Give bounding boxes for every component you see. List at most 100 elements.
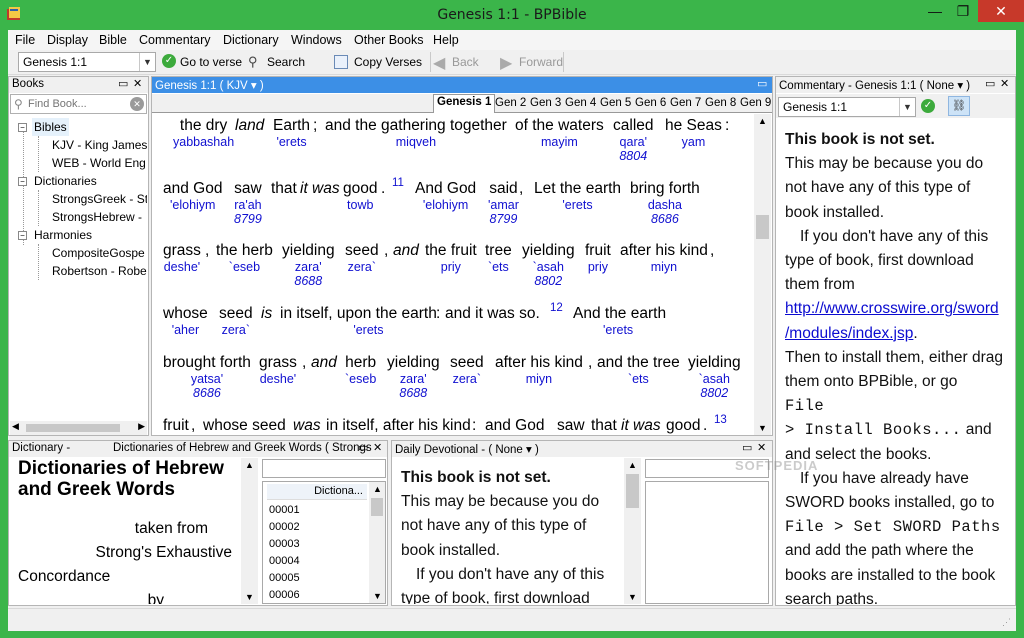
title-bar[interactable]: Genesis 1:1 - BPBible — ❐ ✕ (0, 0, 1024, 30)
word[interactable]: yielding zara' 8688 (282, 242, 335, 288)
word[interactable]: yielding `asah 8802 (688, 354, 741, 400)
word[interactable]: saw ra'ah 8799 (234, 180, 262, 226)
commentary-pane-header[interactable]: Commentary - Genesis 1:1 ( None ▾ ) (776, 77, 1015, 93)
dictionary-pane-header[interactable]: Dictionary - Dictionaries of Hebrew and … (9, 441, 387, 457)
find-book-input[interactable] (28, 96, 128, 112)
scroll-up-icon[interactable]: ▲ (628, 460, 637, 470)
scroll-thumb[interactable] (371, 498, 383, 516)
menu-file[interactable]: File (15, 33, 35, 47)
strongs-translit[interactable]: qara' (613, 135, 654, 149)
scroll-thumb[interactable] (626, 474, 639, 508)
word[interactable]: And the earth'erets (573, 305, 666, 337)
pane-restore-icon[interactable]: ▭ (985, 77, 995, 90)
verse-number[interactable]: 13 (714, 414, 727, 426)
back-arrow-icon[interactable]: ◀ (433, 53, 445, 73)
word[interactable]: brought forth yatsa' 8686 (163, 354, 251, 400)
list-column-header[interactable]: Dictiona... (267, 484, 367, 500)
maximize-button[interactable]: ❐ (948, 0, 978, 22)
strongs-morph[interactable]: 8688 (282, 274, 335, 288)
collapse-icon[interactable]: − (18, 177, 27, 186)
strongs-translit[interactable]: yabbashah (173, 135, 234, 149)
strongs-translit[interactable]: deshe' (259, 372, 297, 386)
back-button[interactable]: Back (452, 55, 479, 69)
strongs-translit[interactable]: zera` (450, 372, 484, 386)
word[interactable]: after his kind miyn (620, 242, 708, 274)
go-check-icon[interactable]: ✓ (921, 99, 935, 113)
scroll-up-icon[interactable]: ▲ (758, 116, 767, 126)
strongs-morph[interactable]: 8799 (488, 212, 519, 226)
strongs-translit[interactable]: zara' (387, 372, 440, 386)
word[interactable]: whose seed (203, 417, 286, 435)
strongs-morph[interactable]: 8799 (234, 212, 262, 226)
dictionary-topic-list[interactable]: Dictiona... 00001 00002 00003 00004 0000… (262, 481, 386, 604)
word[interactable]: after his kind miyn (495, 354, 583, 386)
search-button[interactable]: Search (267, 55, 305, 69)
tree-item-harmonies[interactable]: Harmonies (34, 226, 92, 244)
word[interactable]: Earth'erets (273, 117, 310, 149)
devotional-pane-header[interactable]: Daily Devotional - ( None ▾ ) (392, 441, 772, 457)
strongs-morph[interactable]: 8804 (613, 149, 654, 163)
pane-restore-icon[interactable]: ▭ (742, 441, 752, 454)
word[interactable]: and the tree `ets (597, 354, 680, 386)
list-item[interactable]: 00005 (269, 570, 300, 587)
word[interactable]: seed zera` (219, 305, 253, 337)
minimize-button[interactable]: — (920, 0, 950, 22)
strongs-translit[interactable]: `asah (522, 260, 575, 274)
word[interactable]: in itself, after his kind (326, 417, 471, 435)
list-item[interactable]: 00003 (269, 536, 300, 553)
tab-gen-8[interactable]: Gen 8 (702, 96, 739, 113)
bible-text-area[interactable]: the dry yabbashah land Earth'erets ; and … (153, 114, 753, 435)
strongs-translit[interactable]: `eseb (345, 372, 376, 386)
strongs-translit[interactable]: zera` (219, 323, 253, 337)
copy-icon[interactable] (334, 55, 348, 69)
word[interactable]: land (235, 117, 264, 135)
scroll-down-icon[interactable]: ▼ (245, 592, 254, 602)
list-scrollbar[interactable]: ▲ ▼ (369, 482, 385, 603)
find-book-field[interactable]: ⚲ ✕ (10, 94, 147, 114)
word[interactable]: Let the earth'erets (534, 180, 621, 212)
strongs-morph[interactable]: 8802 (522, 274, 575, 288)
scroll-down-icon[interactable]: ▼ (758, 423, 767, 433)
tab-genesis-1[interactable]: Genesis 1 (433, 94, 496, 113)
strongs-translit[interactable]: ra'ah (234, 198, 262, 212)
dictionary-scrollbar[interactable]: ▲ ▼ (241, 458, 258, 604)
scroll-up-icon[interactable]: ▲ (245, 460, 254, 470)
word[interactable]: and the gathering together miqveh (325, 117, 507, 149)
tree-item-dictionaries[interactable]: Dictionaries (34, 172, 97, 190)
strongs-translit[interactable]: deshe' (163, 260, 201, 274)
strongs-translit[interactable]: 'elohiym (163, 198, 222, 212)
word[interactable]: he Seas yam (665, 117, 722, 149)
strongs-translit[interactable]: yatsa' (163, 372, 251, 386)
word[interactable]: bring forth dasha 8686 (630, 180, 700, 226)
word[interactable]: the herb `eseb (216, 242, 273, 274)
forward-arrow-icon[interactable]: ▶ (500, 53, 512, 73)
word[interactable]: the dry yabbashah (173, 117, 234, 149)
list-item[interactable]: 00006 (269, 587, 300, 603)
tree-item-robertson[interactable]: Robertson - Robe (52, 262, 147, 280)
word[interactable]: tree `ets (485, 242, 512, 274)
word[interactable]: fruit priy (585, 242, 611, 274)
word[interactable]: and God (485, 417, 544, 435)
pane-restore-icon[interactable]: ▭ (757, 77, 767, 90)
strongs-translit[interactable]: priy (425, 260, 477, 274)
tab-gen-9[interactable]: Gen 9 (737, 96, 774, 113)
strongs-translit[interactable]: `eseb (216, 260, 273, 274)
devotional-list[interactable] (645, 481, 769, 604)
scroll-up-icon[interactable]: ▲ (373, 484, 382, 494)
strongs-translit[interactable]: 'erets (573, 323, 666, 337)
strongs-translit[interactable]: miyn (620, 260, 708, 274)
tree-item-composite[interactable]: CompositeGospe (52, 244, 147, 262)
resize-grip-icon[interactable]: ⋰ (1002, 617, 1012, 627)
menu-bible[interactable]: Bible (99, 33, 127, 47)
clear-search-icon[interactable]: ✕ (130, 97, 144, 111)
word[interactable]: grass deshe' (163, 242, 201, 274)
word[interactable]: of the waters mayim (515, 117, 604, 149)
pane-close-icon[interactable]: ✕ (1000, 77, 1009, 90)
collapse-icon[interactable]: − (18, 231, 27, 240)
strongs-translit[interactable]: `ets (485, 260, 512, 274)
menu-commentary[interactable]: Commentary (139, 33, 211, 47)
go-to-verse-button[interactable]: Go to verse (180, 55, 242, 69)
verse-number[interactable]: 11 (392, 177, 404, 189)
pane-close-icon[interactable]: ✕ (133, 77, 142, 90)
word[interactable]: seed zera` (450, 354, 484, 386)
